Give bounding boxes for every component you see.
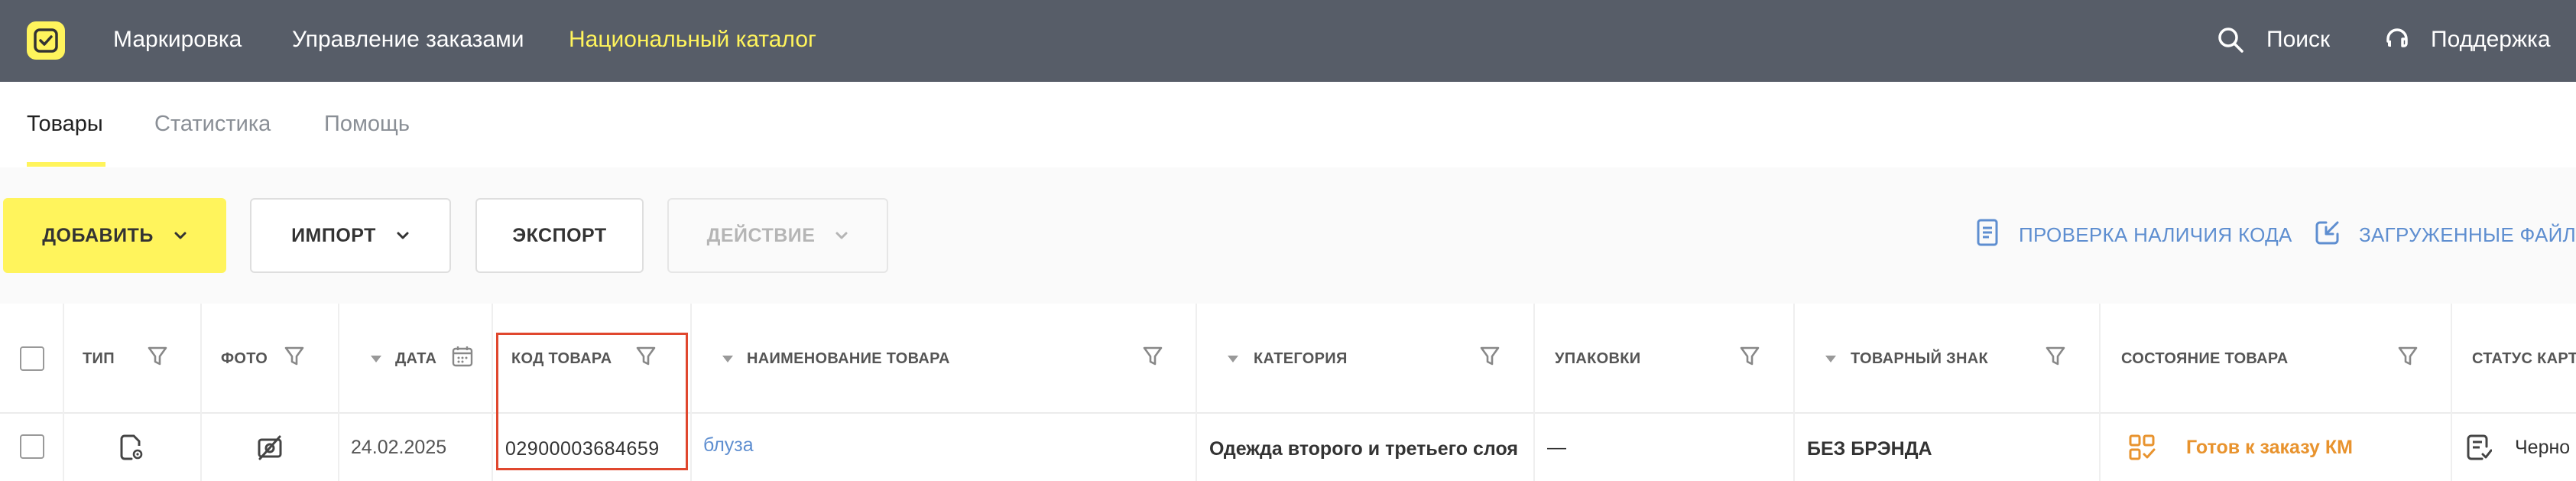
select-all-checkbox[interactable] <box>20 346 44 371</box>
search-icon[interactable] <box>2217 26 2244 54</box>
add-button[interactable]: ДОБАВИТЬ <box>3 198 226 273</box>
document-icon[interactable] <box>1976 219 1999 246</box>
qr-check-icon <box>2129 434 2156 460</box>
tab-help[interactable]: Помощь <box>324 110 410 138</box>
filter-icon[interactable] <box>2045 345 2066 368</box>
row-date: 24.02.2025 <box>351 437 447 458</box>
support-link[interactable]: Поддержка <box>2431 25 2551 54</box>
filter-icon[interactable] <box>147 345 168 368</box>
chevron-down-icon <box>397 232 409 239</box>
row-trademark: БЕЗ БРЭНДА <box>1807 438 1932 460</box>
row-card-status: Черно <box>2515 437 2571 458</box>
sub-tabs-bar: Товары Статистика Помощь <box>0 82 2576 167</box>
column-header-category[interactable]: КАТЕГОРИЯ <box>1254 348 1348 369</box>
logo-icon[interactable] <box>27 21 65 60</box>
nav-marking[interactable]: Маркировка <box>113 25 242 54</box>
uploaded-files-link[interactable]: ЗАГРУЖЕННЫЕ ФАЙЛЫ <box>2359 221 2576 249</box>
no-photo-icon <box>258 435 282 460</box>
tab-statistics[interactable]: Статистика <box>154 110 271 138</box>
search-link[interactable]: Поиск <box>2266 25 2330 54</box>
check-code-link[interactable]: ПРОВЕРКА НАЛИЧИЯ КОДА <box>2019 221 2292 249</box>
calendar-icon[interactable] <box>451 345 474 368</box>
action-button[interactable]: ДЕЙСТВИЕ <box>667 198 888 273</box>
row-state-badge: Готов к заказу КМ <box>2186 437 2353 458</box>
nav-order-management[interactable]: Управление заказами <box>292 25 524 54</box>
column-header-photo[interactable]: ФОТО <box>221 348 268 369</box>
nav-national-catalog[interactable]: Национальный каталог <box>569 25 816 54</box>
sort-indicator[interactable] <box>371 356 381 362</box>
tab-products[interactable]: Товары <box>27 110 103 138</box>
filter-icon[interactable] <box>284 345 305 368</box>
import-button-label: ИМПОРТ <box>291 224 376 246</box>
card-status-icon <box>2467 434 2492 460</box>
column-header-name[interactable]: НАИМЕНОВАНИЕ ТОВАРА <box>747 348 950 369</box>
filter-icon[interactable] <box>2397 345 2419 368</box>
table-header-row: ТИП ФОТО ДАТА КОД ТОВАРА НАИМЕНОВАНИЕ ТО… <box>0 304 2576 414</box>
chevron-down-icon <box>835 232 848 239</box>
upload-icon[interactable] <box>2314 219 2341 246</box>
row-packaging: — <box>1547 437 1566 458</box>
column-header-trademark[interactable]: ТОВАРНЫЙ ЗНАК <box>1851 348 1988 369</box>
import-button[interactable]: ИМПОРТ <box>250 198 451 273</box>
column-header-state[interactable]: СОСТОЯНИЕ ТОВАРА <box>2121 348 2289 369</box>
sort-indicator[interactable] <box>1825 356 1836 362</box>
products-table: ТИП ФОТО ДАТА КОД ТОВАРА НАИМЕНОВАНИЕ ТО… <box>0 304 2576 481</box>
sort-indicator[interactable] <box>1228 356 1238 362</box>
product-code-highlight-box <box>496 333 688 470</box>
table-row[interactable]: 24.02.2025 02900003684659 блуза Одежда в… <box>0 415 2576 481</box>
row-category: Одежда второго и третьего слоя <box>1209 438 1518 460</box>
export-button-label: ЭКСПОРТ <box>512 224 607 246</box>
action-button-label: ДЕЙСТВИЕ <box>706 224 816 246</box>
active-tab-indicator <box>27 162 105 167</box>
row-checkbox[interactable] <box>20 434 44 459</box>
column-header-card-status[interactable]: СТАТУС КАРТ <box>2472 348 2576 369</box>
product-type-icon <box>120 434 143 460</box>
row-product-name-link[interactable]: блуза <box>703 432 754 458</box>
column-header-packaging[interactable]: УПАКОВКИ <box>1555 348 1640 369</box>
filter-icon[interactable] <box>1739 345 1760 368</box>
export-button[interactable]: ЭКСПОРТ <box>475 198 644 273</box>
top-navigation-bar: Маркировка Управление заказами Националь… <box>0 0 2576 82</box>
filter-icon[interactable] <box>1142 345 1163 368</box>
chevron-down-icon <box>174 232 187 239</box>
sort-indicator[interactable] <box>722 356 733 362</box>
column-header-date[interactable]: ДАТА <box>395 348 436 369</box>
headset-icon[interactable] <box>2383 26 2411 54</box>
column-header-type[interactable]: ТИП <box>83 348 115 369</box>
add-button-label: ДОБАВИТЬ <box>42 224 154 246</box>
filter-icon[interactable] <box>1479 345 1501 368</box>
